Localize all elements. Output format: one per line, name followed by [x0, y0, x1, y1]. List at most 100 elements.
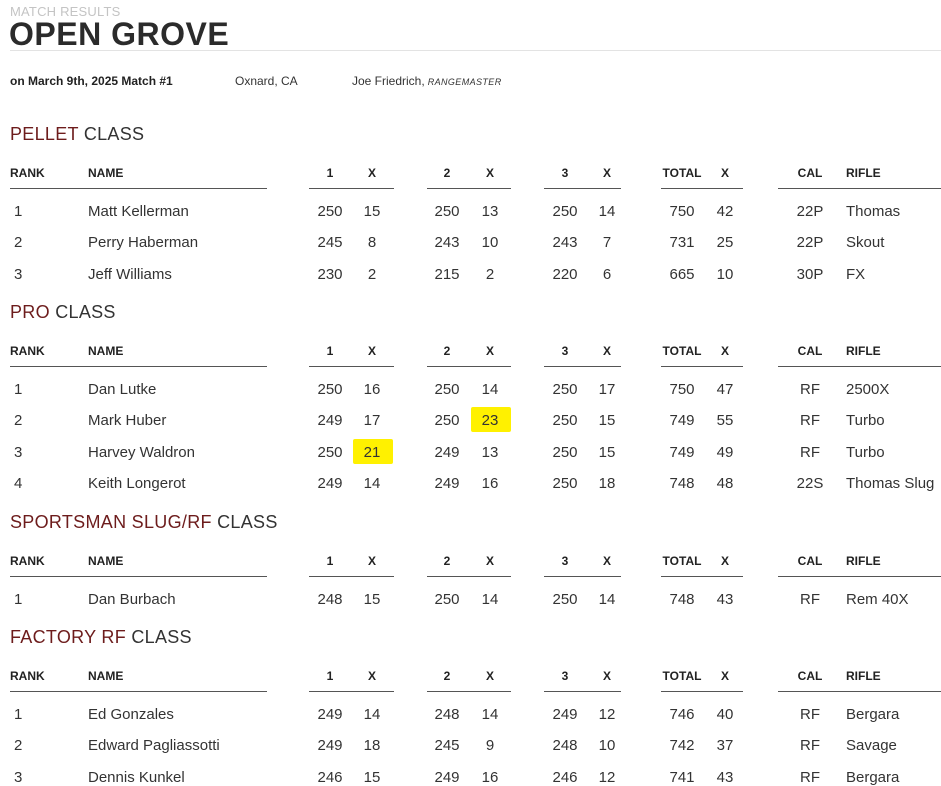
cell-rank: 1 [14, 203, 23, 220]
cell-rifle: Bergara [846, 706, 900, 723]
cell-x-total: 49 [716, 444, 734, 461]
section-title-rest: CLASS [126, 627, 192, 647]
cell-x-3: 15 [598, 444, 616, 461]
cell-total: 749 [669, 412, 695, 429]
section-title-rest: CLASS [78, 124, 145, 144]
cell-x-1: 14 [363, 475, 381, 492]
section-title-accent: PELLET [10, 124, 79, 144]
cell-name: Dan Lutke [88, 381, 157, 398]
column-header-x-1: X [367, 166, 377, 180]
column-header-name: NAME [88, 554, 124, 568]
cell-score-2: 250 [434, 381, 460, 398]
column-header-cal: CAL [797, 344, 823, 358]
header-underline [544, 691, 621, 692]
cell-name: Dennis Kunkel [88, 769, 185, 786]
section-title-rest: CLASS [49, 302, 116, 322]
cell-score-2: 250 [434, 203, 460, 220]
column-header-name: NAME [88, 344, 124, 358]
column-header-score-1: 1 [326, 669, 334, 683]
cell-x-3: 18 [598, 475, 616, 492]
cell-x-1: 17 [363, 412, 381, 429]
cell-total: 741 [669, 769, 695, 786]
cell-rifle: Bergara [846, 769, 900, 786]
cell-total: 742 [669, 737, 695, 754]
column-header-rank: RANK [10, 669, 45, 683]
cell-total: 749 [669, 444, 695, 461]
cell-score-2: 243 [434, 234, 460, 251]
cell-rifle: Thomas Slug [846, 475, 935, 492]
cell-x-total: 37 [716, 737, 734, 754]
header-underline [661, 576, 743, 577]
cell-name: Dan Burbach [88, 591, 176, 608]
column-header-score-3: 3 [561, 166, 569, 180]
cell-score-1: 249 [317, 412, 343, 429]
cell-score-3: 250 [552, 381, 578, 398]
cell-x-2: 13 [481, 203, 499, 220]
cell-score-2: 249 [434, 444, 460, 461]
column-header-score-3: 3 [561, 669, 569, 683]
cell-score-3: 246 [552, 769, 578, 786]
header-underline [661, 188, 743, 189]
cell-rank: 2 [14, 412, 23, 429]
cell-x-3: 15 [598, 412, 616, 429]
header-underline [661, 691, 743, 692]
column-header-x-1: X [367, 554, 377, 568]
cell-name: Keith Longerot [88, 475, 186, 492]
cell-rank: 3 [14, 769, 23, 786]
header-underline [10, 188, 267, 189]
cell-x-3: 14 [598, 203, 616, 220]
cell-x-total: 10 [716, 266, 734, 283]
section-title-rest: CLASS [211, 512, 278, 532]
cell-name: Harvey Waldron [88, 444, 195, 461]
header-underline [309, 691, 394, 692]
cell-cal: RF [800, 412, 820, 429]
column-header-x-3: X [602, 344, 612, 358]
header-underline [10, 576, 267, 577]
cell-rifle: Skout [846, 234, 885, 251]
header-underline [427, 366, 511, 367]
cell-name: Edward Pagliassotti [88, 737, 220, 754]
cell-score-1: 250 [317, 203, 343, 220]
header-underline [10, 691, 267, 692]
cell-x-total: 25 [716, 234, 734, 251]
cell-total: 748 [669, 475, 695, 492]
cell-rifle: Rem 40X [846, 591, 909, 608]
column-header-score-3: 3 [561, 554, 569, 568]
cell-score-2: 250 [434, 412, 460, 429]
cell-score-3: 250 [552, 412, 578, 429]
header-underline [544, 366, 621, 367]
column-header-name: NAME [88, 669, 124, 683]
column-header-name: NAME [88, 166, 124, 180]
cell-x-total: 47 [716, 381, 734, 398]
cell-cal: RF [800, 706, 820, 723]
header-underline [427, 691, 511, 692]
cell-x-2: 10 [481, 234, 499, 251]
column-header-rifle: RIFLE [846, 344, 881, 358]
cell-x-2: 2 [485, 266, 495, 283]
cell-rank: 3 [14, 266, 23, 283]
cell-score-2: 248 [434, 706, 460, 723]
column-header-total: TOTAL [662, 554, 702, 568]
column-header-x-total: X [720, 554, 730, 568]
cell-rank: 2 [14, 737, 23, 754]
cell-x-2: 14 [481, 381, 499, 398]
header-underline [309, 366, 394, 367]
cell-x-1: 15 [363, 203, 381, 220]
cell-rank: 2 [14, 234, 23, 251]
column-header-rank: RANK [10, 344, 45, 358]
header-underline [544, 188, 621, 189]
header-underline [309, 188, 394, 189]
cell-total: 746 [669, 706, 695, 723]
cell-score-3: 250 [552, 591, 578, 608]
cell-rank: 1 [14, 591, 23, 608]
cell-name: Ed Gonzales [88, 706, 174, 723]
cell-name: Matt Kellerman [88, 203, 189, 220]
column-header-x-1: X [367, 669, 377, 683]
cell-score-3: 249 [552, 706, 578, 723]
cell-rifle: Savage [846, 737, 897, 754]
cell-score-1: 250 [317, 444, 343, 461]
column-header-total: TOTAL [662, 166, 702, 180]
cell-x-3: 7 [602, 234, 612, 251]
cell-x-2: 9 [485, 737, 495, 754]
cell-cal: RF [800, 591, 820, 608]
